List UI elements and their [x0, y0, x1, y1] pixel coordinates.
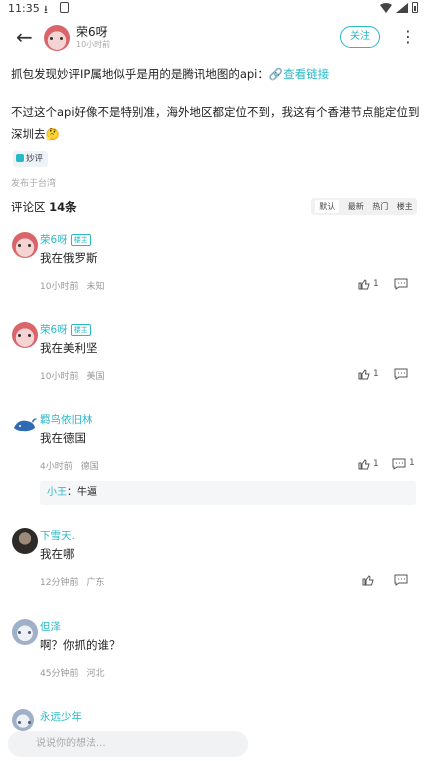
reply-count: 1	[409, 458, 415, 468]
sd-card-icon	[60, 2, 69, 13]
comment-text: 我在美利坚	[40, 341, 98, 355]
post-header: ← 荣6呀 10小时前 关注 ⋮	[0, 20, 428, 56]
commenter-name[interactable]: 荣6呀 楼主	[40, 232, 91, 247]
status-time: 11:35	[8, 2, 40, 15]
sub-reply[interactable]: 小王：牛逼	[40, 481, 416, 505]
status-bar: 11:35 ⭳	[0, 0, 428, 18]
author-badge: 楼主	[70, 324, 91, 336]
post-origin: 发布于台湾	[11, 179, 57, 189]
reply-icon[interactable]	[392, 458, 406, 470]
post-paragraph-1: 抓包发现妙评IP属地似乎是用的是腾讯地图的api：🔗查看链接	[11, 63, 421, 85]
comment-text: 我在俄罗斯	[40, 251, 98, 265]
thumbs-up-icon	[358, 459, 370, 470]
comment-input[interactable]: 说说你的想法...	[8, 731, 248, 757]
author-badge: 楼主	[70, 234, 91, 246]
signal-icon	[396, 2, 408, 13]
commenter-name[interactable]: 但泽	[40, 619, 61, 634]
like-button[interactable]	[362, 574, 374, 586]
commenter-name[interactable]: 荣6呀 楼主	[40, 322, 91, 337]
view-link[interactable]: 🔗查看链接	[269, 67, 329, 81]
like-count: 1	[373, 279, 379, 289]
author-avatar[interactable]	[44, 25, 70, 51]
commenter-avatar[interactable]	[12, 322, 38, 348]
back-arrow-icon[interactable]: ←	[16, 26, 38, 48]
like-button[interactable]: 1	[358, 368, 379, 380]
wifi-icon	[380, 2, 392, 13]
sub-reply-text: 牛逼	[77, 487, 97, 498]
topic-tag-label: 妙评	[26, 154, 44, 164]
tag-icon	[16, 154, 24, 162]
comment-text: 我在德国	[40, 431, 86, 445]
reply-icon[interactable]	[394, 278, 408, 290]
commenter-avatar[interactable]	[12, 232, 38, 258]
comment-meta: 12分钟前 广东	[40, 578, 105, 588]
link-icon: 🔗	[268, 67, 284, 81]
sort-tabs: 默认 最新 热门 楼主	[311, 198, 417, 215]
like-count: 1	[373, 459, 379, 469]
comment-text: 我在哪	[40, 547, 75, 561]
reply-icon[interactable]	[394, 574, 408, 586]
battery-icon	[412, 2, 418, 13]
author-name[interactable]: 荣6呀	[76, 23, 108, 40]
commenter-name[interactable]: 永远少年	[40, 709, 82, 724]
comment-meta: 10小时前 未知	[40, 282, 105, 292]
commenter-avatar[interactable]	[12, 709, 34, 731]
more-options-icon[interactable]: ⋮	[400, 27, 416, 47]
post-paragraph-2: 不过这个api好像不是特别准，海外地区都定位不到，我这有个香港节点能定位到 深圳…	[11, 101, 421, 145]
sub-reply-separator: ：	[67, 487, 77, 498]
like-count: 1	[373, 369, 379, 379]
sort-default[interactable]: 默认	[315, 200, 340, 213]
commenter-name[interactable]: 羁鸟依旧林	[40, 412, 93, 427]
comments-count: 14条	[49, 200, 77, 214]
thumbs-up-icon	[358, 279, 370, 290]
sort-hot[interactable]: 热门	[372, 201, 388, 212]
like-button[interactable]: 1	[358, 458, 379, 470]
post-text-1: 抓包发现妙评IP属地似乎是用的是腾讯地图的api：	[11, 67, 269, 81]
comment-meta: 4小时前 德国	[40, 462, 99, 472]
sort-author[interactable]: 楼主	[397, 201, 413, 212]
sort-latest[interactable]: 最新	[348, 201, 364, 212]
thumbs-up-icon	[362, 575, 374, 586]
comment-meta: 45分钟前 河北	[40, 669, 105, 679]
comments-title: 评论区 14条	[11, 199, 77, 215]
like-button[interactable]: 1	[358, 278, 379, 290]
post-time: 10小时前	[76, 40, 111, 49]
comment-text: 啊？你抓的谁？	[40, 638, 121, 652]
reply-icon[interactable]	[394, 368, 408, 380]
post-text-2-line2: 深圳去	[11, 127, 46, 141]
thumbs-up-icon	[358, 369, 370, 380]
commenter-avatar[interactable]	[12, 412, 38, 438]
comments-label: 评论区	[11, 200, 46, 214]
view-link-label: 查看链接	[283, 67, 330, 81]
bottom-fade	[250, 728, 428, 761]
thinking-emoji: 🤔	[45, 127, 60, 141]
topic-tag[interactable]: 妙评	[13, 151, 49, 167]
commenter-name[interactable]: 下雪天.	[40, 528, 75, 543]
follow-button[interactable]: 关注	[340, 26, 380, 48]
commenter-avatar[interactable]	[12, 619, 38, 645]
sub-reply-name[interactable]: 小王	[47, 487, 67, 498]
download-icon: ⭳	[44, 3, 48, 16]
commenter-avatar[interactable]	[12, 528, 38, 554]
comment-meta: 10小时前 美国	[40, 372, 105, 382]
post-text-2-line1: 不过这个api好像不是特别准，海外地区都定位不到，我这有个香港节点能定位到	[11, 105, 420, 119]
